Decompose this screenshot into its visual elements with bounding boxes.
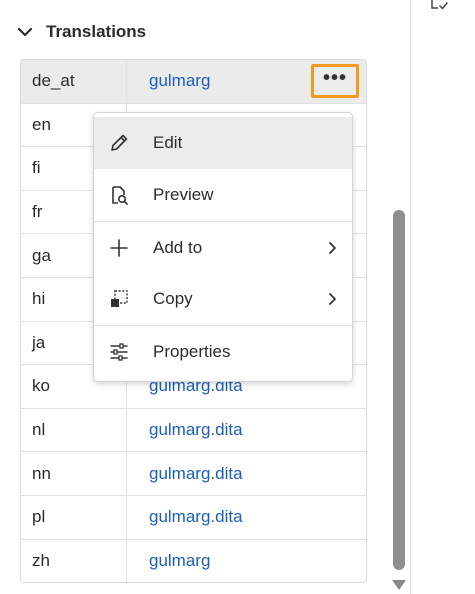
menu-item-properties[interactable]: Properties [94, 326, 352, 378]
language-code: de_at [21, 60, 127, 103]
chevron-down-icon[interactable] [16, 23, 34, 41]
language-code: nl [21, 408, 127, 452]
menu-item-label: Preview [153, 185, 214, 204]
checklist-icon[interactable] [430, 0, 450, 12]
pencil-icon [111, 134, 128, 151]
table-row[interactable]: nn gulmarg.dita [21, 451, 366, 495]
plus-icon [110, 239, 128, 257]
copy-icon [111, 290, 128, 307]
context-menu: Edit Preview Add to Copy Properties [93, 112, 353, 382]
menu-item-copy[interactable]: Copy [94, 273, 352, 325]
language-code: pl [21, 495, 127, 539]
chevron-right-icon [329, 242, 336, 254]
scroll-down-arrow-icon[interactable] [392, 580, 406, 590]
menu-item-preview[interactable]: Preview [94, 169, 352, 221]
file-link[interactable]: gulmarg.dita [127, 507, 243, 527]
sliders-icon [110, 343, 128, 361]
translations-panel: Translations de_at gulmarg ••• en fi fr … [0, 0, 386, 594]
language-code: zh [21, 539, 127, 583]
menu-item-edit[interactable]: Edit [94, 117, 352, 169]
ellipsis-icon: ••• [322, 67, 347, 89]
section-title: Translations [46, 22, 147, 41]
language-code: nn [21, 452, 127, 495]
menu-item-label: Add to [153, 238, 203, 257]
translations-section-header[interactable]: Translations [16, 18, 146, 46]
table-row[interactable]: pl gulmarg.dita [21, 494, 366, 539]
file-link[interactable]: gulmarg [127, 551, 210, 571]
chevron-right-icon [329, 293, 336, 305]
menu-item-add-to[interactable]: Add to [94, 222, 352, 274]
file-link[interactable]: gulmarg.dita [127, 420, 243, 440]
preview-icon [112, 186, 128, 205]
table-row[interactable]: de_at gulmarg ••• [21, 60, 366, 103]
file-link[interactable]: gulmarg.dita [127, 464, 243, 484]
more-options-button[interactable]: ••• [311, 64, 359, 98]
menu-item-label: Edit [153, 133, 183, 152]
table-row[interactable]: zh gulmarg [21, 538, 366, 583]
menu-item-label: Copy [153, 289, 193, 308]
panel-divider [410, 0, 411, 594]
menu-item-label: Properties [153, 342, 231, 361]
table-row[interactable]: nl gulmarg.dita [21, 407, 366, 452]
scrollbar-thumb[interactable] [393, 210, 405, 570]
file-link[interactable]: gulmarg [127, 71, 210, 91]
